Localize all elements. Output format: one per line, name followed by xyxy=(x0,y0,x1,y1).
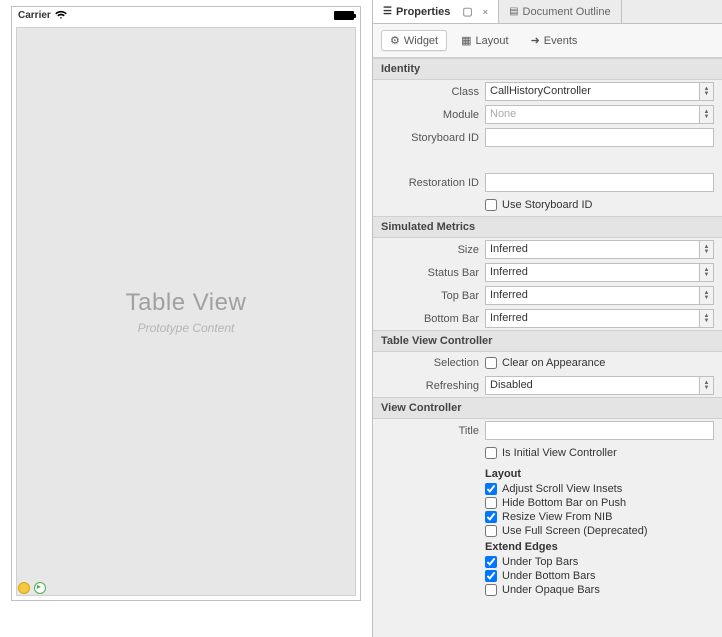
section-identity: Identity Class CallHistoryController ▲▼ … xyxy=(373,58,722,216)
under-opaque-checkbox[interactable] xyxy=(485,584,497,596)
scene-dock xyxy=(18,582,46,594)
module-select[interactable]: None ▲▼ xyxy=(485,105,714,124)
exit-icon[interactable] xyxy=(34,582,46,594)
hide-bottom-bar-label: Hide Bottom Bar on Push xyxy=(502,497,626,509)
phone-frame[interactable]: Carrier Table View Prototype Content xyxy=(11,6,361,601)
section-header: Simulated Metrics xyxy=(373,217,722,238)
layout-icon: ▦ xyxy=(461,34,471,47)
carrier-label: Carrier xyxy=(18,10,51,21)
label-bottom-bar: Bottom Bar xyxy=(373,313,485,325)
label-top-bar: Top Bar xyxy=(373,290,485,302)
vc-title-input[interactable] xyxy=(485,421,714,440)
chevron-updown-icon: ▲▼ xyxy=(699,310,713,327)
clear-on-appearance-checkbox[interactable] xyxy=(485,357,497,369)
chevron-updown-icon: ▲▼ xyxy=(699,241,713,258)
subtab-label: Events xyxy=(544,35,578,47)
chevron-updown-icon: ▲▼ xyxy=(699,83,713,100)
subtab-layout[interactable]: ▦ Layout xyxy=(453,30,516,51)
subtab-label: Widget xyxy=(404,35,438,47)
widget-icon: ⚙ xyxy=(390,34,400,47)
label-status-bar: Status Bar xyxy=(373,267,485,279)
chevron-updown-icon: ▲▼ xyxy=(699,377,713,394)
use-storyboard-id-label: Use Storyboard ID xyxy=(502,199,592,211)
tab-label: Document Outline xyxy=(523,6,611,18)
fullscreen-checkbox[interactable] xyxy=(485,525,497,537)
restoration-id-input[interactable] xyxy=(485,173,714,192)
module-placeholder: None xyxy=(486,106,699,123)
inspector-panel: ☰ Properties ▢ × ▤ Document Outline ⚙ Wi… xyxy=(373,0,722,637)
chevron-updown-icon: ▲▼ xyxy=(699,287,713,304)
subtab-events[interactable]: ➜ Events xyxy=(523,30,586,51)
status-bar: Carrier xyxy=(12,7,360,23)
section-tvc: Table View Controller Selection Clear on… xyxy=(373,330,722,397)
under-bottom-label: Under Bottom Bars xyxy=(502,570,596,582)
section-header: Table View Controller xyxy=(373,331,722,352)
label-title: Title xyxy=(373,425,485,437)
label-selection: Selection xyxy=(373,357,485,369)
battery-icon xyxy=(334,11,354,20)
adjust-insets-checkbox[interactable] xyxy=(485,483,497,495)
label-size: Size xyxy=(373,244,485,256)
section-header: View Controller xyxy=(373,398,722,419)
bottombar-select[interactable]: Inferred▲▼ xyxy=(485,309,714,328)
section-simulated-metrics: Simulated Metrics Size Inferred▲▼ Status… xyxy=(373,216,722,330)
properties-icon: ☰ xyxy=(383,6,392,17)
storyboard-id-input[interactable] xyxy=(485,128,714,147)
tab-properties[interactable]: ☰ Properties ▢ × xyxy=(373,0,499,23)
subtab-label: Layout xyxy=(476,35,509,47)
table-view-placeholder[interactable]: Table View Prototype Content xyxy=(16,27,356,596)
label-module: Module xyxy=(373,109,485,121)
wifi-icon xyxy=(55,10,67,20)
initial-vc-label: Is Initial View Controller xyxy=(502,447,617,459)
label-storyboard-id: Storyboard ID xyxy=(373,132,485,144)
under-top-checkbox[interactable] xyxy=(485,556,497,568)
pin-icon[interactable]: ▢ xyxy=(462,5,472,18)
chevron-updown-icon: ▲▼ xyxy=(699,264,713,281)
initial-vc-checkbox[interactable] xyxy=(485,447,497,459)
label-refreshing: Refreshing xyxy=(373,380,485,392)
class-value: CallHistoryController xyxy=(486,83,699,100)
section-vc: View Controller Title Is Initial View Co… xyxy=(373,397,722,600)
extend-edges-header: Extend Edges xyxy=(485,541,714,553)
resize-from-nib-checkbox[interactable] xyxy=(485,511,497,523)
refreshing-select[interactable]: Disabled▲▼ xyxy=(485,376,714,395)
under-top-label: Under Top Bars xyxy=(502,556,578,568)
pad-tabbar: ☰ Properties ▢ × ▤ Document Outline xyxy=(373,0,722,24)
first-responder-icon[interactable] xyxy=(18,582,30,594)
outline-icon: ▤ xyxy=(509,6,518,17)
close-icon[interactable]: × xyxy=(483,7,488,17)
size-select[interactable]: Inferred▲▼ xyxy=(485,240,714,259)
class-select[interactable]: CallHistoryController ▲▼ xyxy=(485,82,714,101)
storyboard-canvas: Carrier Table View Prototype Content xyxy=(0,0,373,637)
hide-bottom-bar-checkbox[interactable] xyxy=(485,497,497,509)
fullscreen-label: Use Full Screen (Deprecated) xyxy=(502,525,648,537)
layout-group-header: Layout xyxy=(485,468,714,480)
topbar-select[interactable]: Inferred▲▼ xyxy=(485,286,714,305)
tab-label: Properties xyxy=(396,6,450,18)
resize-from-nib-label: Resize View From NIB xyxy=(502,511,612,523)
tab-document-outline[interactable]: ▤ Document Outline xyxy=(499,0,622,23)
adjust-insets-label: Adjust Scroll View Insets xyxy=(502,483,622,495)
statusbar-select[interactable]: Inferred▲▼ xyxy=(485,263,714,282)
table-view-title: Table View xyxy=(126,289,247,317)
use-storyboard-id-checkbox[interactable] xyxy=(485,199,497,211)
label-restoration-id: Restoration ID xyxy=(373,177,485,189)
clear-on-appearance-label: Clear on Appearance xyxy=(502,357,605,369)
events-icon: ➜ xyxy=(531,34,540,47)
chevron-updown-icon: ▲▼ xyxy=(699,106,713,123)
subtab-widget[interactable]: ⚙ Widget xyxy=(381,30,447,51)
section-header: Identity xyxy=(373,59,722,80)
table-view-subtitle: Prototype Content xyxy=(138,321,235,335)
under-bottom-checkbox[interactable] xyxy=(485,570,497,582)
label-class: Class xyxy=(373,86,485,98)
inspector-subtabs: ⚙ Widget ▦ Layout ➜ Events xyxy=(373,24,722,58)
under-opaque-label: Under Opaque Bars xyxy=(502,584,600,596)
